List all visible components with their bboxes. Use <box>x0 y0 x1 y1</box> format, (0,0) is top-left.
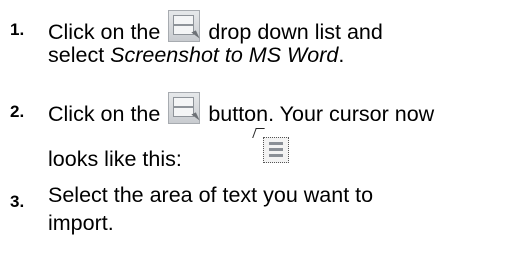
step-number: 1. <box>10 20 25 39</box>
step-text: button. Your cursor now <box>208 102 435 126</box>
step-1-line-2: select Screenshot to MS Word. <box>48 42 344 68</box>
screenshot-tool-icon <box>168 92 201 124</box>
step-text: Click on the <box>48 20 161 44</box>
step-3-line-2: import. <box>48 210 114 236</box>
step-text: drop down list and <box>208 20 383 44</box>
screenshot-cursor-icon <box>252 128 290 164</box>
step-number: 2. <box>10 102 25 121</box>
step-text: looks like this: <box>48 147 182 171</box>
step-2-line-1: Click on the button. Your cursor now <box>48 92 434 126</box>
step-emphasis: Screenshot to MS Word <box>110 43 339 67</box>
step-text: import. <box>48 211 114 235</box>
step-text: . <box>338 43 345 67</box>
step-number: 3. <box>10 192 25 211</box>
step-3-line-1: Select the area of text you want to <box>48 182 373 208</box>
step-1-line-1: Click on the drop down list and <box>48 10 383 44</box>
step-2-line-2: looks like this: <box>48 146 182 172</box>
step-text: Click on the <box>48 102 161 126</box>
screenshot-tool-icon <box>168 10 201 42</box>
step-text: select <box>48 43 111 67</box>
step-text: Select the area of text you want to <box>48 183 374 207</box>
